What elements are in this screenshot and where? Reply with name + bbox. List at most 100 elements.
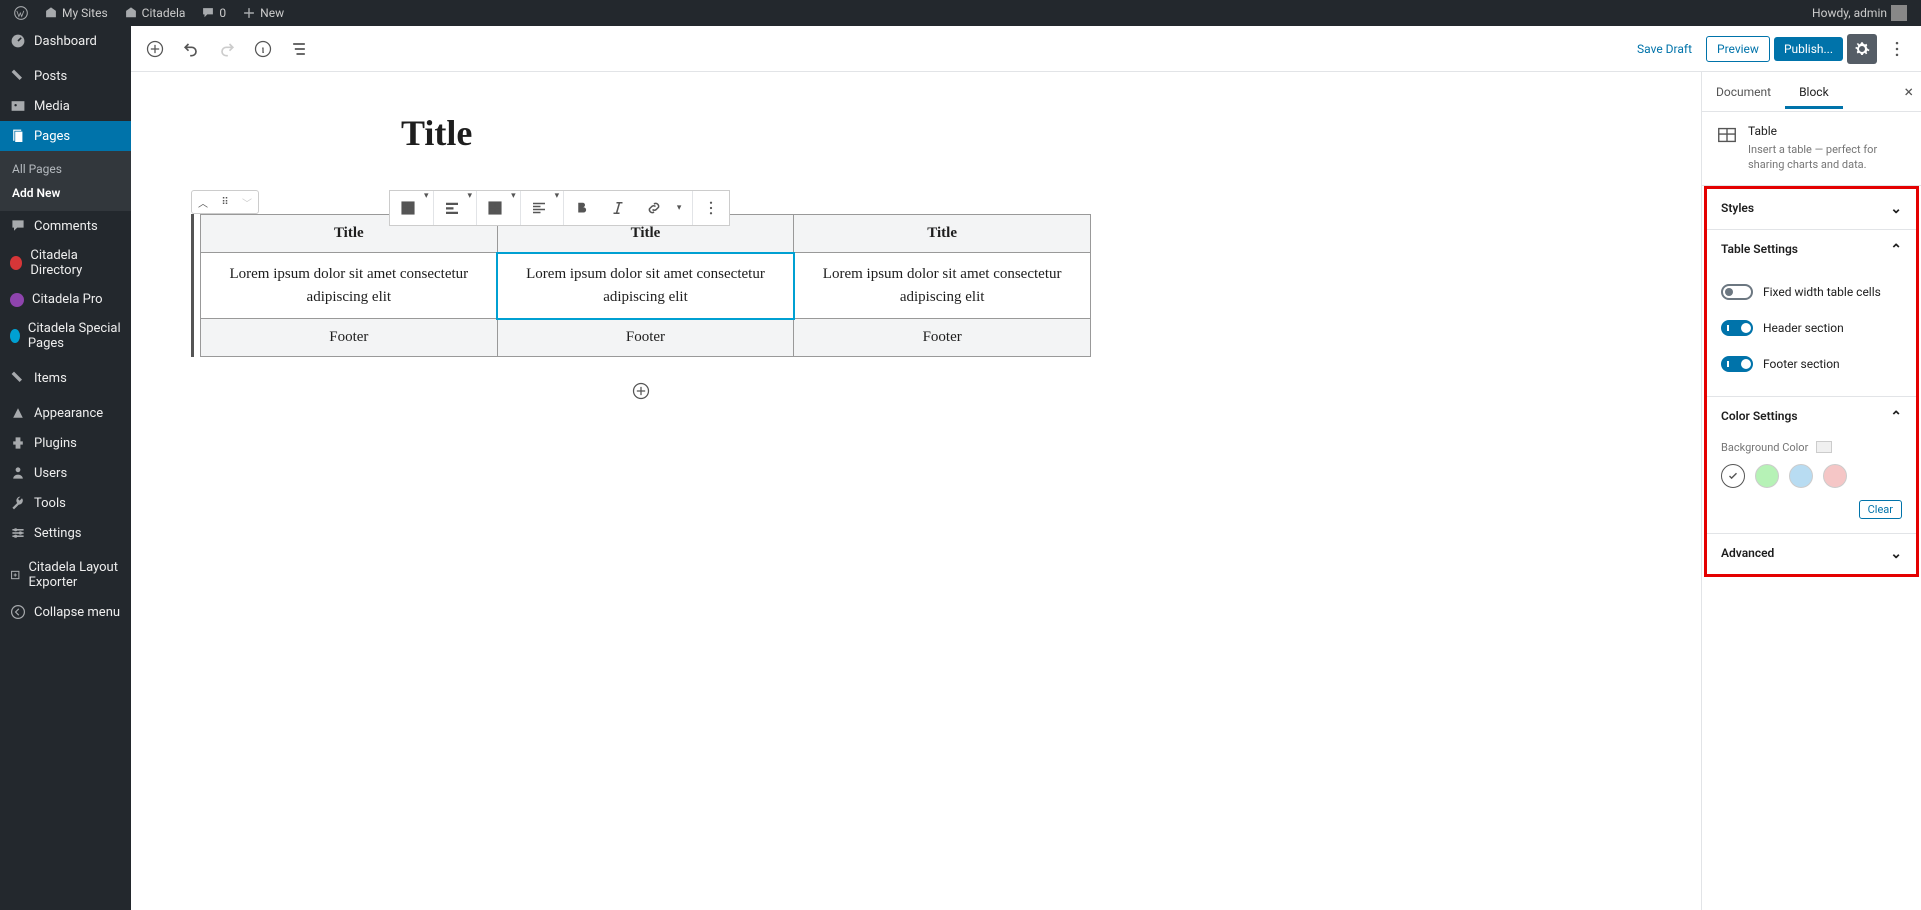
move-up-button[interactable]: ︿ (192, 191, 214, 213)
my-sites-label: My Sites (62, 6, 108, 20)
sidebar-media[interactable]: Media (0, 91, 131, 121)
inspector-panel: Document Block × Table Insert a table — … (1701, 72, 1921, 910)
new-content[interactable]: New (236, 6, 290, 20)
sidebar-plugins[interactable]: Plugins (0, 428, 131, 458)
table-footer-cell[interactable]: Footer (201, 319, 498, 357)
bg-color-label: Background Color (1721, 441, 1808, 454)
admin-bar: My Sites Citadela 0 New Howdy, admin (0, 0, 1921, 26)
bold-button[interactable] (564, 191, 600, 225)
current-color-indicator (1816, 441, 1832, 453)
special-icon (10, 329, 20, 343)
add-block-button[interactable] (139, 33, 171, 65)
sidebar-add-new[interactable]: Add New (0, 181, 131, 205)
chevron-up-icon: ⌃ (1890, 409, 1902, 425)
sidebar-collapse[interactable]: Collapse menu (0, 597, 131, 627)
sidebar-tools[interactable]: Tools (0, 488, 131, 518)
move-down-button[interactable]: ﹀ (236, 191, 258, 213)
editor-header: Save Draft Preview Publish... (131, 26, 1921, 72)
more-rich-text[interactable]: ▾ (672, 191, 692, 225)
sidebar-cit-special[interactable]: Citadela Special Pages (0, 314, 131, 358)
pro-icon (10, 293, 24, 307)
block-toolbar: ▾ ▾ ▾ ▾ ▾ (389, 190, 730, 226)
editor-area: Save Draft Preview Publish... Title ︿ ⠿ … (131, 26, 1921, 910)
undo-button[interactable] (175, 33, 207, 65)
tab-document[interactable]: Document (1702, 75, 1785, 109)
toggle-footer-section[interactable] (1721, 356, 1753, 372)
italic-button[interactable] (600, 191, 636, 225)
add-block-inline[interactable] (627, 377, 655, 405)
sidebar-posts[interactable]: Posts (0, 61, 131, 91)
block-more-options[interactable] (693, 191, 729, 225)
sidebar-cit-pro[interactable]: Citadela Pro (0, 285, 131, 314)
sidebar-layout-exporter[interactable]: Citadela Layout Exporter (0, 553, 131, 597)
table-block[interactable]: Title Title Title Lorem ipsum dolor sit … (191, 214, 1091, 357)
highlighted-settings: Styles⌄ Table Settings⌃ Fixed width tabl… (1704, 186, 1919, 577)
sidebar-appearance[interactable]: Appearance (0, 398, 131, 428)
wp-logo[interactable] (8, 6, 34, 20)
avatar (1891, 5, 1907, 21)
editor-canvas[interactable]: Title ︿ ⠿ ﹀ ▾ ▾ ▾ ▾ ▾ (131, 72, 1701, 910)
settings-button[interactable] (1847, 34, 1877, 64)
change-block-type[interactable] (390, 191, 426, 225)
table-cell[interactable]: Lorem ipsum dolor sit amet consectetur a… (201, 253, 498, 319)
table-footer-cell[interactable]: Footer (794, 319, 1091, 357)
table-icon (1716, 124, 1738, 146)
outline-button[interactable] (283, 33, 315, 65)
panel-advanced[interactable]: Advanced⌄ (1707, 533, 1916, 574)
link-button[interactable] (636, 191, 672, 225)
chevron-down-icon: ⌄ (1890, 546, 1902, 562)
sidebar-comments[interactable]: Comments (0, 211, 131, 241)
align-button[interactable] (434, 191, 470, 225)
close-inspector[interactable]: × (1904, 82, 1913, 101)
toggle-fixed-width-label: Fixed width table cells (1763, 285, 1881, 299)
block-description: Insert a table — perfect for sharing cha… (1748, 142, 1907, 173)
comments-count: 0 (219, 6, 226, 20)
toggle-footer-label: Footer section (1763, 357, 1840, 371)
admin-sidebar: Dashboard Posts Media Pages All Pages Ad… (0, 26, 131, 910)
panel-styles[interactable]: Styles⌄ (1707, 189, 1916, 229)
clear-color-button[interactable]: Clear (1859, 500, 1902, 519)
table-cell[interactable]: Lorem ipsum dolor sit amet consectetur a… (497, 253, 794, 319)
save-draft-button[interactable]: Save Draft (1627, 36, 1702, 62)
toggle-header-label: Header section (1763, 321, 1844, 335)
publish-button[interactable]: Publish... (1774, 37, 1843, 61)
sidebar-all-pages[interactable]: All Pages (0, 157, 131, 181)
preview-button[interactable]: Preview (1706, 36, 1770, 62)
sidebar-items[interactable]: Items (0, 363, 131, 393)
color-swatch-red[interactable] (1823, 464, 1847, 488)
sidebar-cit-directory[interactable]: Citadela Directory (0, 241, 131, 285)
directory-icon (10, 256, 22, 270)
redo-button[interactable] (211, 33, 243, 65)
block-name: Table (1748, 124, 1907, 138)
new-label: New (260, 6, 284, 20)
toggle-fixed-width[interactable] (1721, 284, 1753, 300)
site-name-label: Citadela (142, 6, 186, 20)
tab-block[interactable]: Block (1785, 75, 1843, 109)
panel-color-settings[interactable]: Color Settings⌃ (1707, 396, 1916, 437)
howdy-user[interactable]: Howdy, admin (1806, 5, 1913, 21)
sidebar-settings[interactable]: Settings (0, 518, 131, 548)
table-cell[interactable]: Lorem ipsum dolor sit amet consectetur a… (794, 253, 1091, 319)
sidebar-dashboard[interactable]: Dashboard (0, 26, 131, 56)
sidebar-pages[interactable]: Pages (0, 121, 131, 151)
color-swatch-white[interactable] (1721, 464, 1745, 488)
color-swatch-green[interactable] (1755, 464, 1779, 488)
block-movers: ︿ ⠿ ﹀ (191, 190, 259, 214)
page-title[interactable]: Title (401, 112, 1641, 154)
my-sites[interactable]: My Sites (38, 6, 114, 20)
toggle-header-section[interactable] (1721, 320, 1753, 336)
color-swatch-blue[interactable] (1789, 464, 1813, 488)
drag-handle[interactable]: ⠿ (214, 191, 236, 213)
sidebar-pages-submenu: All Pages Add New (0, 151, 131, 211)
edit-table-button[interactable] (477, 191, 513, 225)
text-align-button[interactable] (521, 191, 557, 225)
info-button[interactable] (247, 33, 279, 65)
chevron-up-icon: ⌃ (1890, 242, 1902, 258)
table-header-cell[interactable]: Title (794, 215, 1091, 253)
panel-table-settings[interactable]: Table Settings⌃ (1707, 229, 1916, 270)
more-options-button[interactable] (1881, 33, 1913, 65)
comments-bubble[interactable]: 0 (195, 6, 232, 20)
table-footer-cell[interactable]: Footer (497, 319, 794, 357)
site-name[interactable]: Citadela (118, 6, 192, 20)
sidebar-users[interactable]: Users (0, 458, 131, 488)
